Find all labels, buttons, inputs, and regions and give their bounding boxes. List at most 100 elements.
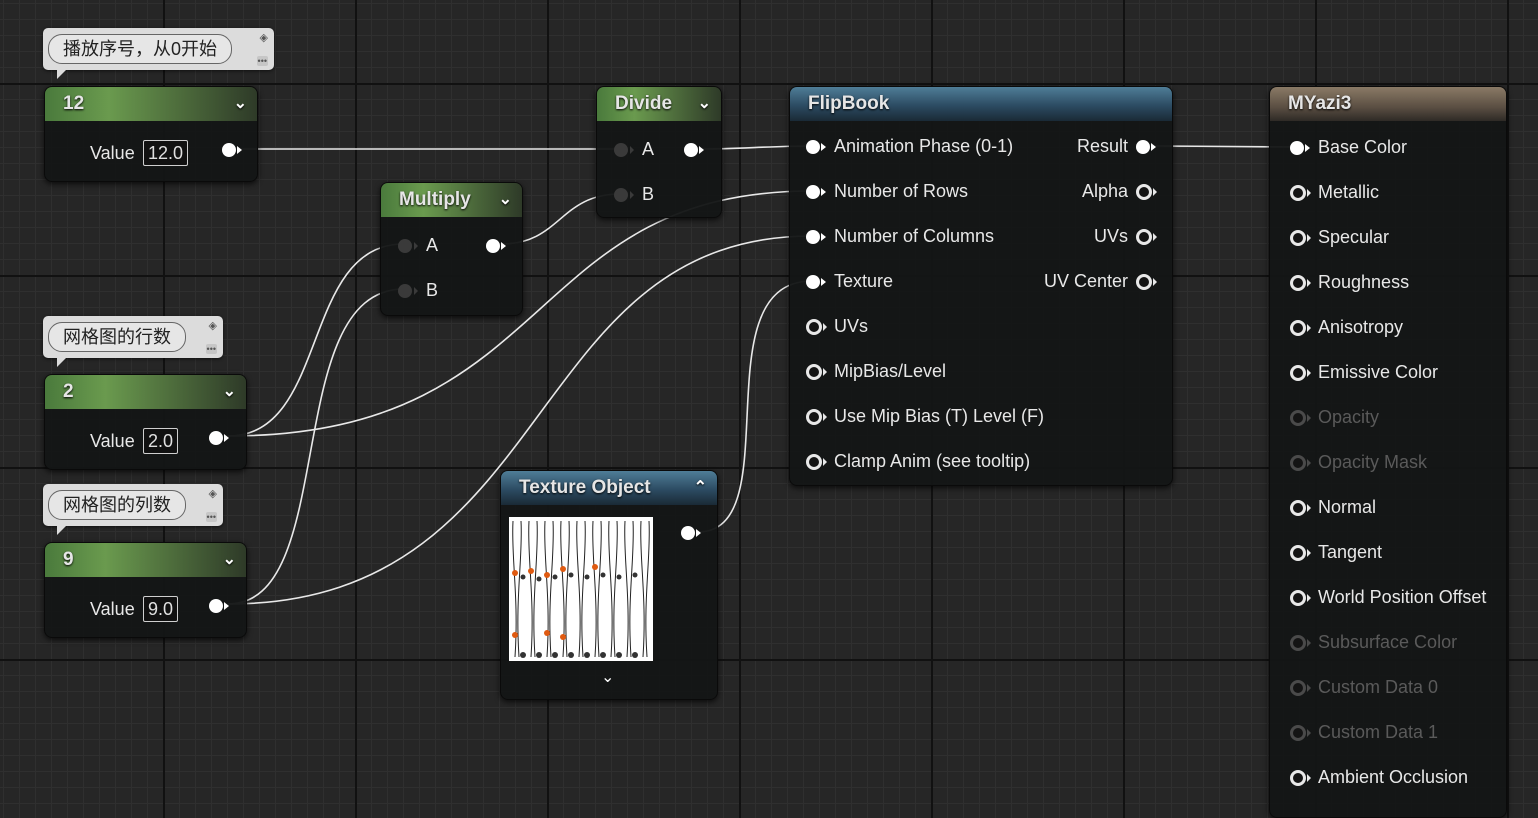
input-pin-a[interactable] [614,143,634,157]
node-title: 9 [63,549,74,570]
output-pin[interactable] [209,431,229,445]
node-title: 12 [63,93,85,114]
texture-thumbnail [509,517,653,661]
input-pin-ambient-occlusion[interactable] [1290,770,1311,786]
output-pin[interactable] [681,526,701,540]
node-header[interactable]: Multiply ⌄ [381,183,522,217]
node-header[interactable]: Divide ⌄ [597,87,721,121]
input-pin-animation-phase[interactable] [806,140,826,154]
output-pin-alpha[interactable] [1136,184,1157,200]
node-header[interactable]: Texture Object ⌃ [501,471,717,505]
input-pin-b[interactable] [398,284,418,298]
input-label-ambient-occlusion: Ambient Occlusion [1318,767,1469,787]
divide-node[interactable]: Divide ⌄ A B [596,86,722,218]
input-pin-emissive-color[interactable] [1290,365,1311,381]
chevron-down-icon[interactable]: ⌄ [698,87,711,121]
input-pin-world-position-offset[interactable] [1290,590,1311,606]
node-title: FlipBook [808,93,890,114]
node-title: Multiply [399,189,471,210]
pin-icon[interactable]: ◈ [209,488,217,500]
input-pin-use-mip-bias[interactable] [806,409,827,425]
node-header[interactable]: 9 ⌄ [45,543,246,577]
input-pin-tangent[interactable] [1290,545,1311,561]
comment-play-index[interactable]: 播放序号，从0开始 ◈ ••• [43,28,274,79]
value-label: Value [90,431,135,451]
input-label-roughness: Roughness [1318,272,1410,292]
value-field[interactable]: 2.0 [143,428,179,454]
pin-icon[interactable]: ◈ [209,320,217,332]
input-pin-opacity-mask [1290,455,1311,471]
chevron-down-icon[interactable]: ⌄ [223,375,236,409]
output-pin[interactable] [209,599,229,613]
output-label-result: Result [1076,136,1128,156]
input-label-mipbias: MipBias/Level [834,361,947,381]
input-label-opacity: Opacity [1318,407,1380,427]
pin-icon[interactable]: ◈ [260,32,268,44]
comment-grid-cols[interactable]: 网格图的列数 ◈ ••• [43,484,223,535]
node-header[interactable]: 2 ⌄ [45,375,246,409]
wire-2-to-multiply-a [227,243,405,437]
input-label-subsurface-color: Subsurface Color [1318,632,1458,652]
flipbook-node[interactable]: FlipBook Animation Phase (0-1) Number of… [789,86,1173,486]
constant-node-12[interactable]: 12 ⌄ Value 12.0 [44,86,258,182]
node-title: Divide [615,93,673,114]
comment-grid-rows[interactable]: 网格图的行数 ◈ ••• [43,316,223,367]
input-label-texture: Texture [834,271,894,291]
node-header[interactable]: MYazi3 [1270,87,1506,121]
input-label-normal: Normal [1318,497,1377,517]
input-pin-number-of-rows[interactable] [806,185,826,199]
multiply-node[interactable]: Multiply ⌄ A B [380,182,523,316]
input-b-label: B [426,280,439,300]
value-field[interactable]: 9.0 [143,596,179,622]
more-icon[interactable]: ••• [205,512,217,522]
texture-object-node[interactable]: Texture Object ⌃ ⌄ [500,470,718,700]
material-result-node[interactable]: MYazi3 Base Color Metallic Specular Roug… [1269,86,1507,818]
output-pin-uvs[interactable] [1136,229,1157,245]
value-label: Value [90,143,135,163]
output-pin-result[interactable] [1136,140,1156,154]
input-label-metallic: Metallic [1318,182,1380,202]
chevron-down-icon[interactable]: ⌄ [499,183,512,217]
chevron-up-icon[interactable]: ⌃ [694,471,707,505]
input-pin-mipbias[interactable] [806,364,827,380]
input-a-label: A [642,139,655,159]
input-label-specular: Specular [1318,227,1390,247]
input-pin-custom-data-0 [1290,680,1311,696]
input-pin-uvs[interactable] [806,319,827,335]
input-pin-specular[interactable] [1290,230,1311,246]
chevron-down-icon[interactable]: ⌄ [223,543,236,577]
output-label-uvs: UVs [1093,226,1128,246]
more-icon[interactable]: ••• [256,56,268,66]
constant-node-9[interactable]: 9 ⌄ Value 9.0 [44,542,247,638]
input-pin-normal[interactable] [1290,500,1311,516]
input-pin-anisotropy[interactable] [1290,320,1311,336]
input-pin-metallic[interactable] [1290,185,1311,201]
input-pin-a[interactable] [398,239,418,253]
node-header[interactable]: FlipBook [790,87,1172,121]
input-pin-roughness[interactable] [1290,275,1311,291]
node-title: Texture Object [519,477,651,498]
more-icon[interactable]: ••• [205,344,217,354]
wire-9-to-multiply-b [227,288,405,605]
output-pin[interactable] [486,239,506,253]
input-pin-texture[interactable] [806,275,826,289]
output-pin-uv-center[interactable] [1136,274,1157,290]
input-label-base-color: Base Color [1318,137,1408,157]
input-pin-b[interactable] [614,188,634,202]
constant-node-2[interactable]: 2 ⌄ Value 2.0 [44,374,247,470]
input-pin-number-of-columns[interactable] [806,230,826,244]
input-label-number-of-columns: Number of Columns [834,226,995,246]
input-label-emissive-color: Emissive Color [1318,362,1439,382]
chevron-down-icon[interactable]: ⌄ [601,667,614,687]
output-pin[interactable] [684,143,704,157]
input-pin-subsurface-color [1290,635,1311,651]
node-header[interactable]: 12 ⌄ [45,87,257,121]
input-pin-base-color[interactable] [1290,141,1310,155]
input-label-opacity-mask: Opacity Mask [1318,452,1428,472]
input-pin-clamp-anim[interactable] [806,454,827,470]
output-pin[interactable] [222,143,242,157]
chevron-down-icon[interactable]: ⌄ [234,87,247,121]
output-label-alpha: Alpha [1081,181,1128,201]
flipbook-sprite-preview [512,520,650,658]
value-field[interactable]: 12.0 [143,140,189,166]
